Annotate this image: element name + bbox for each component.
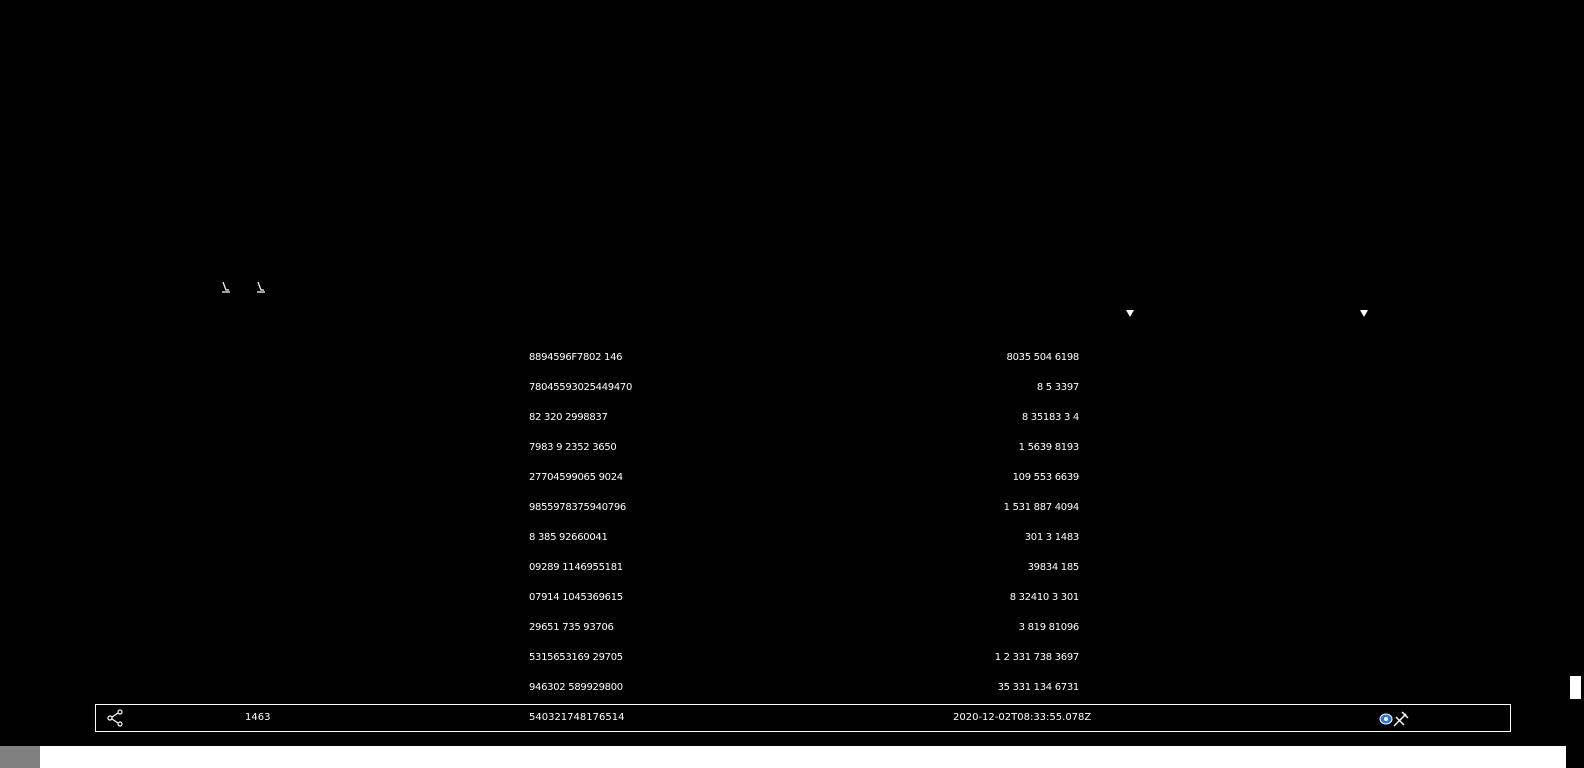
table-cell: 8 5 3397 (1036, 382, 1079, 393)
table-cell: 1 2 331 738 3697 (994, 652, 1080, 663)
table-cell: 109 553 6639 (1012, 472, 1080, 483)
table-cell: 7983 9 2352 3650 (529, 442, 617, 453)
table-cell: 1 531 887 4094 (1003, 502, 1080, 513)
sort-icon[interactable] (221, 281, 231, 296)
table-cell: 29651 735 93706 (529, 622, 614, 633)
filter-dropdown-icon[interactable] (1359, 309, 1369, 321)
table-cell: 8035 504 6198 (1006, 352, 1080, 363)
table-cell: 8 385 92660041 (529, 532, 608, 543)
table-cell: 07914 1045369615 (529, 592, 623, 603)
table-cell: 8894596F7802 146 (529, 352, 623, 363)
table-cell: 946302 589929800 (529, 682, 623, 693)
table-cell: 39834 185 (1027, 562, 1080, 573)
table-cell: 35 331 134 6731 (997, 682, 1080, 693)
table-cell: 8 35183 3 4 (1021, 412, 1079, 423)
filter-dropdown-icon[interactable] (1125, 309, 1135, 321)
table-cell: 301 3 1483 (1024, 532, 1080, 543)
row-count: 1463 (245, 712, 271, 723)
scrollbar-thumb[interactable] (1570, 676, 1581, 699)
table-cell: 78045593025449470 (529, 382, 633, 393)
bottom-bar (0, 746, 1584, 768)
sort-icon[interactable] (256, 281, 266, 296)
table-cell: 09289 1146955181 (529, 562, 623, 573)
table-cell: 5315653169 29705 (529, 652, 623, 663)
bottom-tab[interactable] (0, 746, 40, 768)
table-cell: 3 819 81096 (1018, 622, 1080, 633)
table-cell: 82 320 2998837 (529, 412, 608, 423)
selected-row[interactable]: 1463 540321748176514 2020-12-02T08:33:55… (95, 704, 1511, 732)
table-cell: 8 32410 3 301 (1009, 592, 1080, 603)
share-icon[interactable] (106, 709, 124, 731)
bottom-panel (40, 746, 1566, 768)
wrench-icon[interactable] (1378, 709, 1414, 733)
table-cell: 1 5639 8193 (1018, 442, 1080, 453)
row-timestamp: 2020-12-02T08:33:55.078Z (953, 712, 1092, 723)
table-cell: 9855978375940796 (529, 502, 626, 513)
row-id: 540321748176514 (529, 712, 625, 723)
table-cell: 27704599065 9024 (529, 472, 623, 483)
